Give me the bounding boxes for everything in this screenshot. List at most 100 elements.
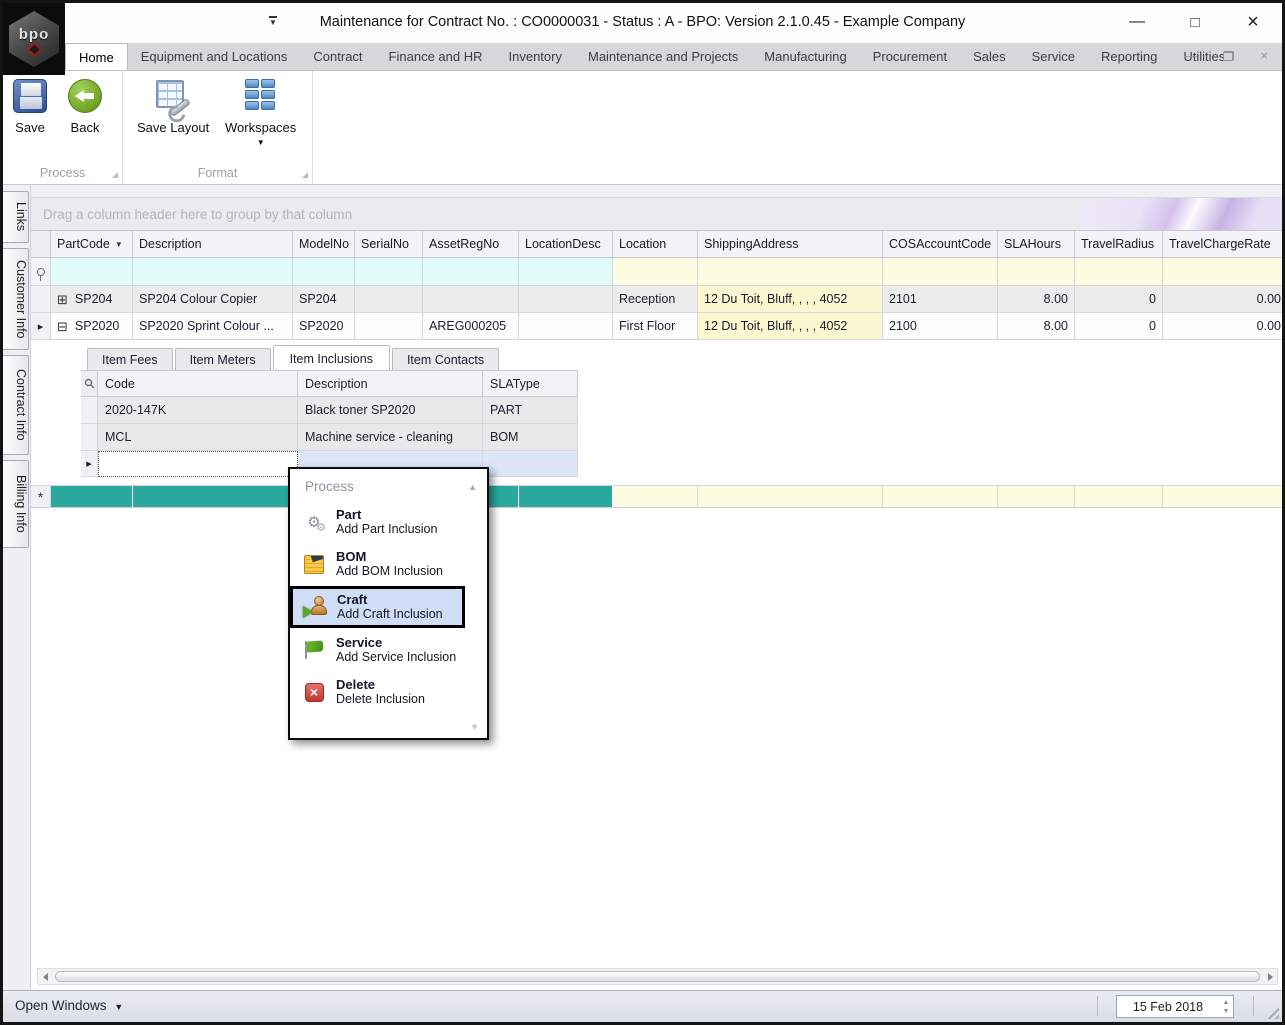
cell-locationdesc[interactable] — [519, 313, 613, 340]
cell-serialno[interactable] — [355, 313, 423, 340]
filter-cell-assetregno[interactable] — [423, 258, 519, 286]
inclusion-description[interactable]: Machine service - cleaning — [298, 424, 483, 451]
horizontal-scrollbar[interactable] — [37, 968, 1278, 985]
cell-modelno[interactable]: SP204 — [293, 286, 355, 313]
group-by-area[interactable]: Drag a column header here to group by th… — [31, 198, 1282, 231]
ribbon-tab-finance-and-hr[interactable]: Finance and HR — [376, 43, 496, 70]
back-button[interactable]: Back — [68, 79, 102, 135]
append-cell[interactable] — [1163, 486, 1282, 508]
tab-item-fees[interactable]: Item Fees — [87, 348, 173, 370]
filter-cell-shippingaddress[interactable] — [698, 258, 883, 286]
tab-item-meters[interactable]: Item Meters — [174, 348, 271, 370]
append-cell[interactable] — [51, 486, 133, 508]
cell-description[interactable]: SP2020 Sprint Colour ... — [133, 313, 293, 340]
ribbon-tab-maintenance-and-projects[interactable]: Maintenance and Projects — [575, 43, 751, 70]
ribbon-minimize-button[interactable]: — — [1184, 49, 1197, 63]
inclusions-header-slatype[interactable]: SLAType — [483, 371, 578, 397]
filter-cell-modelno[interactable] — [293, 258, 355, 286]
filter-cell-travelradius[interactable] — [1075, 258, 1163, 286]
filter-cell-slahours[interactable] — [998, 258, 1075, 286]
cell-slahours[interactable]: 8.00 — [998, 286, 1075, 313]
ribbon-tab-procurement[interactable]: Procurement — [860, 43, 960, 70]
side-tab-customer-info[interactable]: Customer Info — [3, 248, 29, 350]
collapse-icon[interactable]: ⊟ — [57, 320, 68, 333]
new-inclusion-code-input[interactable] — [98, 451, 298, 477]
minimize-button[interactable]: — — [1120, 7, 1154, 37]
filter-cell-description[interactable] — [133, 258, 293, 286]
append-cell[interactable] — [883, 486, 998, 508]
filter-dropdown-icon[interactable]: ▼ — [115, 240, 123, 249]
open-windows-button[interactable]: Open Windows ▼ — [15, 998, 123, 1013]
ribbon-tab-manufacturing[interactable]: Manufacturing — [751, 43, 859, 70]
append-cell[interactable] — [1075, 486, 1163, 508]
workspaces-button[interactable]: Workspaces ▼ — [225, 79, 296, 147]
cell-cosaccountcode[interactable]: 2100 — [883, 313, 998, 340]
expand-icon[interactable]: ⊞ — [57, 293, 68, 306]
ribbon-tab-home[interactable]: Home — [65, 43, 128, 70]
filter-cell-travelchargerate[interactable] — [1163, 258, 1282, 286]
column-header-travelchargerate[interactable]: TravelChargeRate — [1163, 231, 1282, 258]
menu-item-craft[interactable]: Craft Add Craft Inclusion — [290, 586, 465, 628]
tab-item-contacts[interactable]: Item Contacts — [391, 348, 500, 370]
append-cell[interactable] — [133, 486, 293, 508]
cell-travelchargerate[interactable]: 0.00 — [1163, 313, 1282, 340]
column-header-description[interactable]: Description — [133, 231, 293, 258]
cell-partcode[interactable]: ⊞ SP204 — [51, 286, 133, 313]
filter-cell-partcode[interactable] — [51, 258, 133, 286]
column-header-cosaccountcode[interactable]: COSAccountCode — [883, 231, 998, 258]
cell-assetregno[interactable]: AREG000205 — [423, 313, 519, 340]
cell-shippingaddress[interactable]: 12 Du Toit, Bluff, , , , 4052 — [698, 313, 883, 340]
filter-cell-locationdesc[interactable] — [519, 258, 613, 286]
append-cell[interactable] — [998, 486, 1075, 508]
cell-assetregno[interactable] — [423, 286, 519, 313]
column-header-modelno[interactable]: ModelNo — [293, 231, 355, 258]
side-tab-links[interactable]: Links — [3, 191, 29, 243]
append-cell[interactable] — [613, 486, 698, 508]
inclusion-code[interactable]: MCL — [98, 424, 298, 451]
column-header-serialno[interactable]: SerialNo — [355, 231, 423, 258]
cell-locationdesc[interactable] — [519, 286, 613, 313]
cell-slahours[interactable]: 8.00 — [998, 313, 1075, 340]
append-cell[interactable] — [698, 486, 883, 508]
inclusion-description[interactable]: Black toner SP2020 — [298, 397, 483, 424]
ribbon-tab-contract[interactable]: Contract — [300, 43, 375, 70]
cell-travelradius[interactable]: 0 — [1075, 286, 1163, 313]
scroll-left-button[interactable] — [38, 969, 52, 984]
menu-item-delete[interactable]: × Delete Delete Inclusion — [290, 672, 463, 712]
inclusions-header-code[interactable]: Code — [98, 371, 298, 397]
column-header-locationdesc[interactable]: LocationDesc — [519, 231, 613, 258]
column-header-partcode[interactable]: PartCode ▼ — [51, 231, 133, 258]
scroll-right-button[interactable] — [1263, 969, 1277, 984]
filter-cell-serialno[interactable] — [355, 258, 423, 286]
date-field[interactable]: 15 Feb 2018 ▲ ▼ — [1116, 995, 1234, 1018]
column-header-shippingaddress[interactable]: ShippingAddress — [698, 231, 883, 258]
tab-item-inclusions[interactable]: Item Inclusions — [272, 345, 390, 370]
column-header-travelradius[interactable]: TravelRadius — [1075, 231, 1163, 258]
menu-scroll-up-icon[interactable]: ▲ — [468, 482, 477, 492]
menu-item-bom[interactable]: BOM Add BOM Inclusion — [290, 544, 463, 584]
ribbon-close-button[interactable]: × — [1260, 49, 1268, 63]
close-button[interactable]: × — [1236, 7, 1270, 37]
ribbon-tab-inventory[interactable]: Inventory — [496, 43, 575, 70]
save-layout-button[interactable]: Save Layout — [137, 79, 209, 135]
format-dialog-launcher-icon[interactable] — [302, 172, 308, 178]
side-tab-contract-info[interactable]: Contract Info — [3, 355, 29, 455]
menu-item-service[interactable]: Service Add Service Inclusion — [290, 630, 463, 670]
resize-grip[interactable] — [1264, 1004, 1279, 1019]
date-spin-up-icon[interactable]: ▲ — [1223, 999, 1230, 1006]
menu-item-part[interactable]: ⚙ ⚙ Part Add Part Inclusion — [290, 502, 463, 542]
cell-description[interactable]: SP204 Colour Copier — [133, 286, 293, 313]
ribbon-tab-equipment-and-locations[interactable]: Equipment and Locations — [128, 43, 301, 70]
cell-location[interactable]: Reception — [613, 286, 698, 313]
ribbon-restore-icon[interactable] — [1223, 51, 1235, 61]
cell-serialno[interactable] — [355, 286, 423, 313]
filter-cell-location[interactable] — [613, 258, 698, 286]
inclusion-code[interactable]: 2020-147K — [98, 397, 298, 424]
maximize-button[interactable]: □ — [1178, 7, 1212, 37]
cell-modelno[interactable]: SP2020 — [293, 313, 355, 340]
date-spin-down-icon[interactable]: ▼ — [1223, 1008, 1230, 1015]
column-header-slahours[interactable]: SLAHours — [998, 231, 1075, 258]
ribbon-tab-reporting[interactable]: Reporting — [1088, 43, 1170, 70]
inclusions-header-description[interactable]: Description — [298, 371, 483, 397]
cell-shippingaddress[interactable]: 12 Du Toit, Bluff, , , , 4052 — [698, 286, 883, 313]
